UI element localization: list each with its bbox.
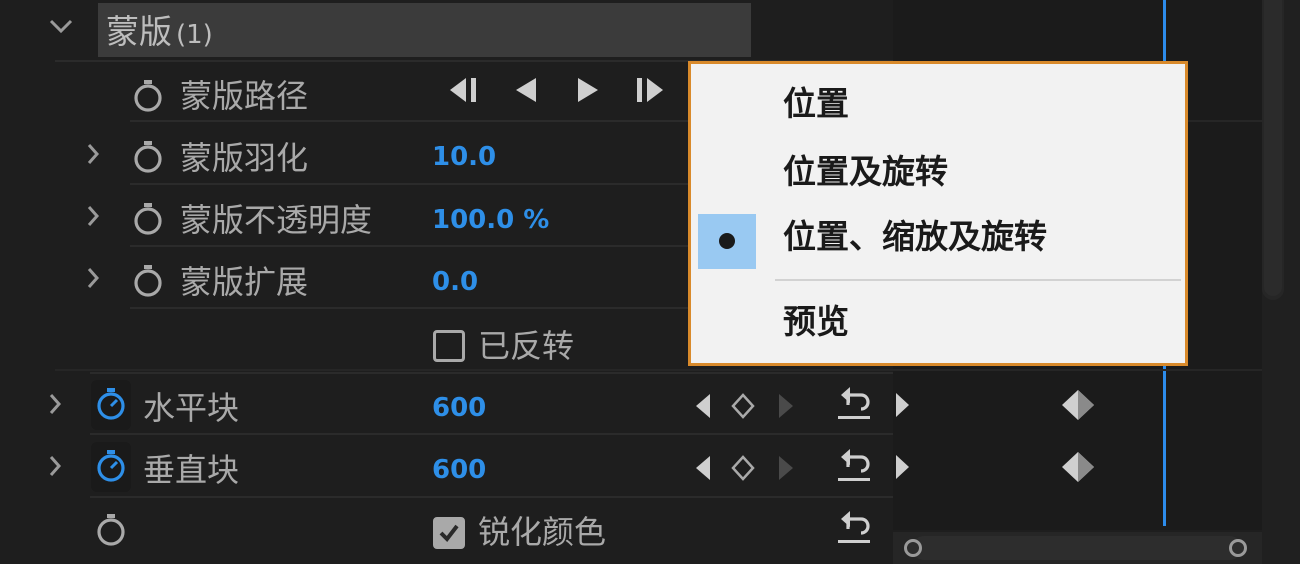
menu-item-position[interactable]: 位置 <box>783 84 849 124</box>
chevron-down-icon[interactable] <box>48 16 74 36</box>
timeline-zoom-bar[interactable] <box>912 536 1242 560</box>
radio-dot-icon <box>719 233 735 249</box>
row-divider <box>90 372 893 374</box>
keyframe-diamond-icon[interactable] <box>1058 388 1098 422</box>
horizontal-blocks-value[interactable]: 600 <box>432 391 486 425</box>
mask-path-context-menu: 位置 位置及旋转 位置、缩放及旋转 预览 <box>688 61 1188 366</box>
zoom-bar-right-handle[interactable] <box>1229 539 1247 557</box>
section-title-text: 蒙版 <box>106 12 172 51</box>
next-keyframe-icon[interactable] <box>774 454 798 482</box>
vertical-scrollbar-thumb[interactable] <box>1264 0 1282 296</box>
stopwatch-icon[interactable] <box>133 140 163 174</box>
chevron-right-icon[interactable] <box>86 204 100 228</box>
step-forward-icon[interactable] <box>570 75 606 105</box>
row-divider <box>90 433 893 435</box>
mask-path-label: 蒙版路径 <box>180 77 309 115</box>
stopwatch-toggle-active[interactable] <box>91 380 131 430</box>
zoom-bar-left-handle[interactable] <box>904 539 922 557</box>
mask-section-header[interactable]: 蒙版 (1) <box>98 3 751 57</box>
row-divider <box>90 496 893 498</box>
menu-item-preview[interactable]: 预览 <box>783 302 849 342</box>
reset-icon[interactable] <box>836 445 872 483</box>
inverted-checkbox[interactable] <box>433 330 465 362</box>
vertical-blocks-value[interactable]: 600 <box>432 453 486 487</box>
keyframe-tick-icon <box>896 393 909 417</box>
stopwatch-icon[interactable] <box>133 264 163 298</box>
chevron-right-icon[interactable] <box>86 266 100 290</box>
sharpen-colors-label: 锐化颜色 <box>478 513 607 551</box>
keyframe-tick-icon <box>896 455 909 479</box>
stopwatch-icon[interactable] <box>96 513 126 547</box>
stopwatch-toggle-active[interactable] <box>91 442 131 492</box>
mask-opacity-value[interactable]: 100.0 % <box>432 203 549 237</box>
chevron-right-icon[interactable] <box>48 454 62 478</box>
sharpen-colors-checkbox[interactable] <box>433 517 465 549</box>
vertical-blocks-label: 垂直块 <box>143 451 240 489</box>
previous-keyframe-icon[interactable] <box>691 392 715 420</box>
previous-keyframe-icon[interactable] <box>691 454 715 482</box>
inverted-label: 已反转 <box>478 327 575 365</box>
keyframe-diamond-icon[interactable] <box>1058 450 1098 484</box>
chevron-right-icon[interactable] <box>48 392 62 416</box>
mask-expansion-value[interactable]: 0.0 <box>432 265 478 299</box>
mask-opacity-label: 蒙版不透明度 <box>180 201 373 239</box>
stopwatch-icon <box>97 388 125 420</box>
checkmark-icon <box>439 524 459 543</box>
next-keyframe-icon[interactable] <box>774 392 798 420</box>
effect-controls-panel: 蒙版 (1) 蒙版路径 蒙版羽化 10.0 蒙版不透明度 100.0 % 蒙版扩… <box>0 0 1300 564</box>
section-count: (1) <box>176 20 213 50</box>
timeline-row-divider <box>55 369 1262 371</box>
previous-keyframe-icon[interactable] <box>446 75 482 105</box>
horizontal-blocks-label: 水平块 <box>143 389 240 427</box>
mask-expansion-label: 蒙版扩展 <box>180 263 309 301</box>
menu-separator <box>775 279 1181 281</box>
stopwatch-icon[interactable] <box>133 202 163 236</box>
step-backward-icon[interactable] <box>508 75 544 105</box>
next-keyframe-icon[interactable] <box>632 75 668 105</box>
add-keyframe-icon[interactable] <box>731 393 755 419</box>
section-title: 蒙版 (1) <box>106 12 213 55</box>
reset-icon[interactable] <box>836 383 872 421</box>
stopwatch-icon[interactable] <box>133 79 163 113</box>
chevron-right-icon[interactable] <box>86 142 100 166</box>
add-keyframe-icon[interactable] <box>731 455 755 481</box>
mask-feather-label: 蒙版羽化 <box>180 139 309 177</box>
reset-icon[interactable] <box>836 507 872 545</box>
menu-item-position-scale-rotation[interactable]: 位置、缩放及旋转 <box>783 217 1047 257</box>
mask-feather-value[interactable]: 10.0 <box>432 140 496 174</box>
stopwatch-icon <box>97 450 125 482</box>
menu-item-position-rotation[interactable]: 位置及旋转 <box>783 152 948 192</box>
